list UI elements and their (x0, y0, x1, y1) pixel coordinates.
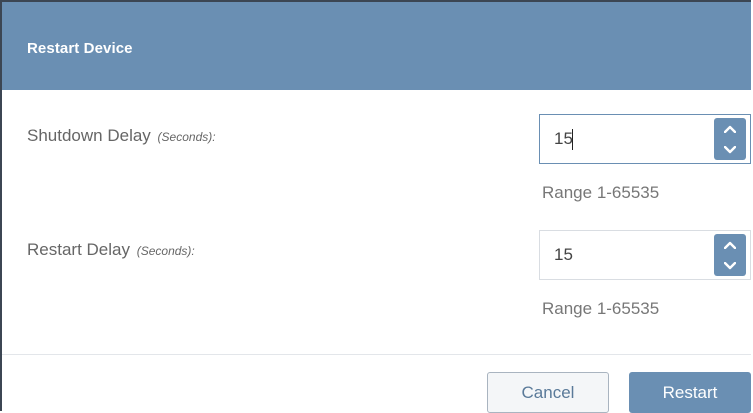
restart-delay-label: Restart Delay (Seconds): (27, 240, 195, 260)
restart-delay-stepper[interactable] (539, 230, 751, 280)
shutdown-delay-unit: (Seconds): (157, 130, 216, 144)
shutdown-delay-label-text: Shutdown Delay (27, 126, 151, 145)
dialog-title: Restart Device (27, 40, 133, 57)
shutdown-delay-stepper[interactable] (539, 114, 751, 164)
shutdown-delay-spin-buttons (714, 118, 746, 160)
restart-delay-increment-button[interactable] (714, 234, 746, 255)
chevron-down-icon (723, 145, 737, 154)
chevron-down-icon (723, 261, 737, 270)
restart-device-dialog: Restart Device Shutdown Delay (Seconds):… (0, 0, 751, 413)
restart-delay-input[interactable] (540, 231, 712, 279)
shutdown-delay-label: Shutdown Delay (Seconds): (27, 126, 216, 146)
shutdown-delay-input[interactable] (540, 115, 712, 163)
chevron-up-icon (723, 125, 737, 133)
shutdown-delay-increment-button[interactable] (714, 118, 746, 139)
chevron-up-icon (723, 241, 737, 249)
restart-delay-range-hint: Range 1-65535 (542, 299, 660, 318)
footer-divider (2, 354, 751, 355)
cancel-button[interactable]: Cancel (487, 372, 609, 413)
restart-button[interactable]: Restart (629, 372, 751, 413)
shutdown-delay-range-hint: Range 1-65535 (542, 183, 660, 202)
shutdown-delay-decrement-button[interactable] (714, 139, 746, 160)
dialog-header: Restart Device (2, 2, 751, 90)
text-cursor (572, 129, 573, 150)
restart-delay-spin-buttons (714, 234, 746, 276)
restart-delay-unit: (Seconds): (136, 244, 195, 258)
restart-delay-label-text: Restart Delay (27, 240, 130, 259)
restart-delay-decrement-button[interactable] (714, 255, 746, 276)
